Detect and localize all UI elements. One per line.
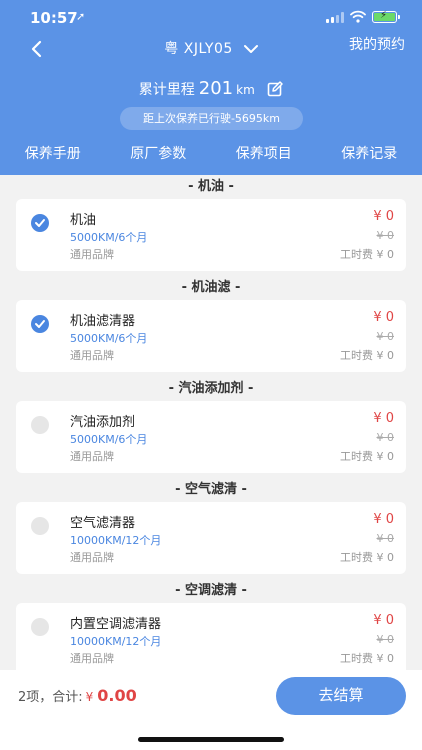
mileage-label: 累计里程 bbox=[138, 82, 195, 98]
status-bar: 10:57 ➚ ⚡ bbox=[0, 0, 422, 34]
maintenance-item-list[interactable]: - 机油 - 机油 5000KM/6个月 通用品牌 ¥ 0 ¥ 0 工时费 ¥ … bbox=[0, 175, 422, 670]
item-brand: 通用品牌 bbox=[70, 551, 114, 564]
tab-maintenance-records[interactable]: 保养记录 bbox=[317, 140, 422, 170]
list-item[interactable]: 机油滤清器 5000KM/6个月 通用品牌 ¥ 0 ¥ 0 工时费 ¥ 0 bbox=[16, 300, 406, 372]
checkbox-unchecked-icon[interactable] bbox=[31, 517, 49, 535]
tab-bar: 保养手册 原厂参数 保养项目 保养记录 bbox=[0, 140, 422, 170]
item-interval: 5000KM/6个月 bbox=[70, 332, 148, 345]
order-total: 2项，合计: ¥0.00 bbox=[18, 686, 137, 705]
mileage-value: 201 bbox=[198, 78, 234, 99]
checkout-bar: 2项，合计: ¥0.00 去结算 bbox=[0, 670, 422, 750]
item-name: 机油 bbox=[70, 213, 97, 228]
header: 10:57 ➚ ⚡ 粤 XJLY05 我的预约 累计里程 201 km 距上次保… bbox=[0, 0, 422, 175]
item-brand: 通用品牌 bbox=[70, 349, 114, 362]
item-name: 内置空调滤清器 bbox=[70, 617, 162, 632]
edit-icon[interactable] bbox=[267, 81, 283, 97]
mileage-display: 累计里程 201 km bbox=[0, 78, 422, 99]
section-title: - 机油 - bbox=[188, 179, 234, 194]
mileage-unit: km bbox=[236, 83, 255, 97]
checkbox-unchecked-icon[interactable] bbox=[31, 618, 49, 636]
plate-number: 粤 XJLY05 bbox=[164, 41, 233, 57]
item-name: 空气滤清器 bbox=[70, 516, 136, 531]
item-original-price: ¥ 0 bbox=[376, 330, 395, 343]
item-brand: 通用品牌 bbox=[70, 248, 114, 261]
item-price: ¥ 0 bbox=[373, 411, 394, 426]
checkbox-unchecked-icon[interactable] bbox=[31, 416, 49, 434]
item-interval: 10000KM/12个月 bbox=[70, 534, 162, 547]
checkout-button[interactable]: 去结算 bbox=[276, 677, 406, 715]
item-name: 机油滤清器 bbox=[70, 314, 136, 329]
item-brand: 通用品牌 bbox=[70, 450, 114, 463]
home-indicator bbox=[138, 737, 284, 742]
signal-icon bbox=[326, 12, 344, 23]
item-price: ¥ 0 bbox=[373, 209, 394, 224]
tab-maintenance-manual[interactable]: 保养手册 bbox=[0, 140, 106, 170]
nav-bar: 粤 XJLY05 我的预约 bbox=[0, 34, 422, 74]
checkbox-checked-icon[interactable] bbox=[31, 214, 49, 232]
item-interval: 5000KM/6个月 bbox=[70, 433, 148, 446]
item-labor-fee: 工时费 ¥ 0 bbox=[340, 652, 394, 665]
list-item[interactable]: 空气滤清器 10000KM/12个月 通用品牌 ¥ 0 ¥ 0 工时费 ¥ 0 bbox=[16, 502, 406, 574]
section-title: - 汽油添加剂 - bbox=[168, 381, 254, 396]
item-interval: 5000KM/6个月 bbox=[70, 231, 148, 244]
item-original-price: ¥ 0 bbox=[376, 633, 395, 646]
item-original-price: ¥ 0 bbox=[376, 229, 395, 242]
since-last-service-badge: 距上次保养已行驶-5695km bbox=[120, 107, 303, 130]
item-price: ¥ 0 bbox=[373, 512, 394, 527]
item-original-price: ¥ 0 bbox=[376, 532, 395, 545]
section-title: - 空气滤清 - bbox=[175, 482, 247, 497]
tab-maintenance-items[interactable]: 保养项目 bbox=[211, 140, 317, 170]
item-price: ¥ 0 bbox=[373, 310, 394, 325]
total-summary-label: 2项，合计: bbox=[18, 690, 83, 705]
total-currency: ¥ bbox=[85, 690, 94, 704]
battery-icon: ⚡ bbox=[372, 10, 400, 23]
item-labor-fee: 工时费 ¥ 0 bbox=[340, 349, 394, 362]
location-icon: ➚ bbox=[76, 10, 86, 23]
item-price: ¥ 0 bbox=[373, 613, 394, 628]
section-title: - 机油滤 - bbox=[181, 280, 241, 295]
item-labor-fee: 工时费 ¥ 0 bbox=[340, 248, 394, 261]
list-item[interactable]: 机油 5000KM/6个月 通用品牌 ¥ 0 ¥ 0 工时费 ¥ 0 bbox=[16, 199, 406, 271]
checkbox-checked-icon[interactable] bbox=[31, 315, 49, 333]
tab-factory-params[interactable]: 原厂参数 bbox=[106, 140, 212, 170]
status-time: 10:57 bbox=[30, 9, 78, 27]
list-item[interactable]: 汽油添加剂 5000KM/6个月 通用品牌 ¥ 0 ¥ 0 工时费 ¥ 0 bbox=[16, 401, 406, 473]
section-title: - 空调滤清 - bbox=[175, 583, 247, 598]
wifi-icon bbox=[350, 10, 366, 23]
list-item[interactable]: 内置空调滤清器 10000KM/12个月 通用品牌 ¥ 0 ¥ 0 工时费 ¥ … bbox=[16, 603, 406, 670]
item-interval: 10000KM/12个月 bbox=[70, 635, 162, 648]
item-brand: 通用品牌 bbox=[70, 652, 114, 665]
my-appointments-link[interactable]: 我的预约 bbox=[349, 34, 405, 54]
item-name: 汽油添加剂 bbox=[70, 415, 136, 430]
chevron-down-icon bbox=[243, 45, 258, 53]
item-labor-fee: 工时费 ¥ 0 bbox=[340, 551, 394, 564]
total-amount: 0.00 bbox=[97, 686, 137, 705]
item-original-price: ¥ 0 bbox=[376, 431, 395, 444]
item-labor-fee: 工时费 ¥ 0 bbox=[340, 450, 394, 463]
